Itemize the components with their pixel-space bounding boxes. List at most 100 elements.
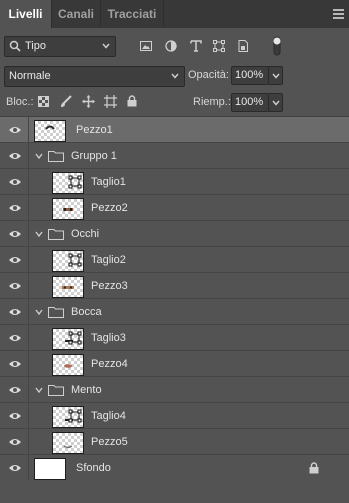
column-divider xyxy=(28,325,29,351)
chevron-down-icon[interactable] xyxy=(35,230,43,238)
layer-filter-row: Tipo xyxy=(0,31,349,61)
fill-dropdown[interactable] xyxy=(268,93,283,112)
lock-image-icon[interactable] xyxy=(60,95,72,108)
fill-input[interactable]: 100% xyxy=(231,93,269,112)
layer-name: Gruppo 1 xyxy=(71,150,117,162)
eye-icon[interactable] xyxy=(8,307,22,317)
layer-name: Pezzo4 xyxy=(91,358,128,370)
layer-row-pezzo4[interactable]: Pezzo4 xyxy=(0,351,349,377)
layer-name: Taglio2 xyxy=(91,254,126,266)
chevron-down-icon xyxy=(272,100,280,106)
eye-icon[interactable] xyxy=(8,359,22,369)
filter-kind-select[interactable]: Tipo xyxy=(4,36,116,57)
blend-row: Normale Opacità: 100% xyxy=(0,63,349,87)
opacity-input[interactable]: 100% xyxy=(231,66,269,85)
layer-thumbnail xyxy=(34,120,66,142)
lock-all-icon[interactable] xyxy=(127,95,137,107)
eye-icon[interactable] xyxy=(8,463,22,473)
column-divider xyxy=(28,455,29,481)
layer-row-sfondo[interactable]: Sfondo xyxy=(0,455,349,481)
panel-menu-icon[interactable] xyxy=(333,9,344,19)
eye-icon[interactable] xyxy=(8,229,22,239)
eye-icon[interactable] xyxy=(8,203,22,213)
layer-row-taglio4[interactable]: Taglio4 xyxy=(0,403,349,429)
chevron-down-icon[interactable] xyxy=(35,308,43,316)
layer-row-taglio3[interactable]: Taglio3 xyxy=(0,325,349,351)
tab-divider xyxy=(163,0,164,28)
face-fragment-icon xyxy=(45,125,55,130)
face-fragment-icon xyxy=(62,286,74,289)
layer-thumbnail xyxy=(52,354,84,376)
shape-mask-icon xyxy=(68,175,82,189)
layer-thumbnail xyxy=(52,276,84,298)
layer-name: Pezzo3 xyxy=(91,280,128,292)
layer-name: Occhi xyxy=(71,228,100,240)
column-divider xyxy=(28,273,29,299)
chevron-down-icon xyxy=(102,43,110,49)
column-divider xyxy=(28,429,29,455)
column-divider xyxy=(28,221,29,247)
layer-name: Pezzo1 xyxy=(76,124,113,136)
layer-row-pezzo2[interactable]: Pezzo2 xyxy=(0,195,349,221)
blend-mode-select[interactable]: Normale xyxy=(4,66,185,87)
image-filter-icon[interactable] xyxy=(140,40,152,52)
lock-artboard-icon[interactable] xyxy=(104,95,117,108)
opacity-dropdown[interactable] xyxy=(268,66,283,85)
chevron-down-icon[interactable] xyxy=(35,152,43,160)
eye-icon[interactable] xyxy=(8,385,22,395)
lock-row: Bloc.: Riemp.: 100% xyxy=(0,89,349,113)
eye-icon[interactable] xyxy=(8,177,22,187)
layer-row-mento[interactable]: Mento xyxy=(0,377,349,403)
blend-mode-value: Normale xyxy=(9,70,51,82)
layer-name: Pezzo5 xyxy=(91,436,128,448)
adjustment-filter-icon[interactable] xyxy=(165,40,177,52)
chevron-down-icon xyxy=(272,73,280,79)
column-divider xyxy=(28,247,29,273)
layer-thumbnail xyxy=(34,458,66,480)
layer-name: Taglio4 xyxy=(91,410,126,422)
search-icon xyxy=(9,40,21,52)
eye-icon[interactable] xyxy=(8,333,22,343)
face-fragment-icon xyxy=(63,445,73,449)
eye-icon[interactable] xyxy=(8,411,22,421)
layer-thumbnail xyxy=(52,432,84,454)
tab-livelli[interactable]: Livelli xyxy=(0,0,51,28)
layer-row-pezzo5[interactable]: Pezzo5 xyxy=(0,429,349,455)
panel-tab-bar: Livelli Canali Tracciati xyxy=(0,0,349,28)
folder-icon xyxy=(48,151,64,162)
layer-row-pezzo1[interactable]: Pezzo1 xyxy=(0,117,349,143)
eye-icon[interactable] xyxy=(8,125,22,135)
chevron-down-icon[interactable] xyxy=(35,386,43,394)
shape-mask-icon xyxy=(68,331,82,345)
layer-row-taglio1[interactable]: Taglio1 xyxy=(0,169,349,195)
layer-row-taglio2[interactable]: Taglio2 xyxy=(0,247,349,273)
layer-row-occhi[interactable]: Occhi xyxy=(0,221,349,247)
shape-mask-icon xyxy=(68,253,82,267)
lock-transparent-icon[interactable] xyxy=(38,96,49,107)
face-fragment-icon xyxy=(63,208,73,211)
layer-row-bocca[interactable]: Bocca xyxy=(0,299,349,325)
column-divider xyxy=(28,143,29,169)
eye-icon[interactable] xyxy=(8,281,22,291)
folder-icon xyxy=(48,229,64,240)
tab-tracciati[interactable]: Tracciati xyxy=(101,0,163,28)
smart-object-filter-icon[interactable] xyxy=(237,40,249,52)
column-divider xyxy=(28,195,29,221)
text-filter-icon[interactable] xyxy=(190,40,202,52)
opacity-label: Opacità: xyxy=(188,69,229,81)
column-divider xyxy=(28,377,29,403)
opacity-value: 100% xyxy=(235,69,264,81)
filter-toggle-icon[interactable] xyxy=(272,36,282,56)
lock-position-icon[interactable] xyxy=(82,95,95,108)
eye-icon[interactable] xyxy=(8,437,22,447)
layer-name: Taglio3 xyxy=(91,332,126,344)
tab-canali[interactable]: Canali xyxy=(52,0,100,28)
shape-filter-icon[interactable] xyxy=(213,40,225,52)
layer-row-pezzo3[interactable]: Pezzo3 xyxy=(0,273,349,299)
layer-row-gruppo-1[interactable]: Gruppo 1 xyxy=(0,143,349,169)
filter-kind-label: Tipo xyxy=(25,40,46,52)
column-divider xyxy=(28,169,29,195)
eye-icon[interactable] xyxy=(8,255,22,265)
eye-icon[interactable] xyxy=(8,151,22,161)
lock-icon xyxy=(309,462,319,474)
